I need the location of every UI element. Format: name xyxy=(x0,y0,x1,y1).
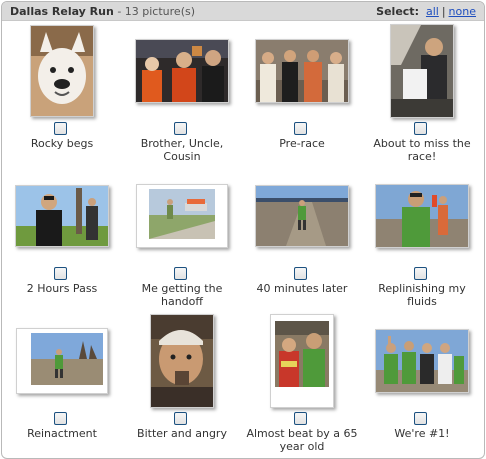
photo-select-checkbox[interactable] xyxy=(174,122,187,135)
photo-select-checkbox[interactable] xyxy=(54,412,67,425)
photo-thumbnail[interactable] xyxy=(255,185,349,247)
photo-select-checkbox[interactable] xyxy=(54,122,67,135)
photo-thumbnail[interactable] xyxy=(390,24,454,118)
select-controls: Select: all | none xyxy=(376,5,476,18)
photo-thumbnail[interactable] xyxy=(375,329,469,393)
photo-caption: Almost beat by a 65 year old xyxy=(246,427,358,453)
photo-select-checkbox[interactable] xyxy=(294,267,307,280)
album-header: Dallas Relay Run - 13 picture(s) Select:… xyxy=(2,2,484,21)
photo-thumbnail[interactable] xyxy=(16,328,108,394)
photo-thumbnail[interactable] xyxy=(30,25,94,117)
photo-grid: Rocky begs Brother, Uncle, Cousin Pre-ra… xyxy=(2,21,484,456)
photo-thumbnail[interactable] xyxy=(136,184,228,248)
photo-caption: We're #1! xyxy=(394,427,450,440)
select-separator: | xyxy=(441,4,446,18)
photo-select-checkbox[interactable] xyxy=(414,412,427,425)
photo-item: We're #1! xyxy=(362,311,482,456)
photo-item: Rocky begs xyxy=(2,21,122,166)
photo-item: Me getting the handoff xyxy=(122,166,242,311)
select-all-link[interactable]: all xyxy=(426,5,439,18)
photo-thumbnail[interactable] xyxy=(135,39,229,103)
photo-item: About to miss the race! xyxy=(362,21,482,166)
photo-item: Pre-race xyxy=(242,21,362,166)
photo-item: Bitter and angry xyxy=(122,311,242,456)
photo-caption: 40 minutes later xyxy=(256,282,348,295)
photo-thumbnail[interactable] xyxy=(15,185,109,247)
photo-item: Replinishing my fluids xyxy=(362,166,482,311)
photo-select-checkbox[interactable] xyxy=(294,122,307,135)
photo-select-checkbox[interactable] xyxy=(174,412,187,425)
photo-caption: Rocky begs xyxy=(30,137,94,150)
photo-select-checkbox[interactable] xyxy=(174,267,187,280)
photo-item: Brother, Uncle, Cousin xyxy=(122,21,242,166)
photo-caption: Replinishing my fluids xyxy=(378,282,466,308)
photo-item: Reinactment xyxy=(2,311,122,456)
photo-thumbnail[interactable] xyxy=(270,314,334,408)
select-label: Select: xyxy=(376,4,419,18)
album-title-area: Dallas Relay Run - 13 picture(s) xyxy=(10,5,195,18)
photo-thumbnail[interactable] xyxy=(255,39,349,103)
picture-count: - 13 picture(s) xyxy=(117,4,196,18)
photo-caption: Reinactment xyxy=(27,427,97,440)
photo-caption: 2 Hours Pass xyxy=(26,282,98,295)
photo-item: 2 Hours Pass xyxy=(2,166,122,311)
photo-select-checkbox[interactable] xyxy=(54,267,67,280)
photo-caption: Brother, Uncle, Cousin xyxy=(140,137,224,163)
photo-thumbnail[interactable] xyxy=(150,314,214,408)
photo-item: Almost beat by a 65 year old xyxy=(242,311,362,456)
photo-caption: About to miss the race! xyxy=(373,137,471,163)
photo-thumbnail[interactable] xyxy=(375,184,469,248)
photo-caption: Pre-race xyxy=(279,137,325,150)
photo-select-checkbox[interactable] xyxy=(414,267,427,280)
photo-album-panel: Dallas Relay Run - 13 picture(s) Select:… xyxy=(1,1,485,459)
photo-select-checkbox[interactable] xyxy=(414,122,427,135)
album-title: Dallas Relay Run xyxy=(10,4,114,18)
select-none-link[interactable]: none xyxy=(449,5,476,18)
photo-select-checkbox[interactable] xyxy=(294,412,307,425)
photo-item: 40 minutes later xyxy=(242,166,362,311)
photo-caption: Bitter and angry xyxy=(137,427,227,440)
photo-caption: Me getting the handoff xyxy=(141,282,223,308)
